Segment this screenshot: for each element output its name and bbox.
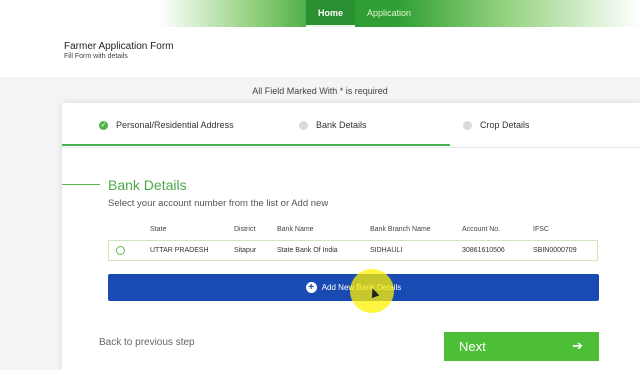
column-header: IFSC [533,226,549,233]
next-button[interactable]: Next ➔ [444,332,599,361]
section-divider [62,184,100,185]
page-header [0,27,640,77]
cell-branch: SIDHAULI [370,247,403,254]
column-header: District [234,226,256,233]
cell-district: Sitapur [234,247,257,254]
step-label: Personal/Residential Address [116,120,234,130]
page-subtitle: Fill Form with details [64,53,128,60]
main-nav: Home Application [306,0,423,27]
radio-button[interactable] [116,246,125,255]
required-note: All Field Marked With * is required [252,86,388,96]
back-link[interactable]: Back to previous step [99,337,195,348]
step-personal[interactable]: ✓ Personal/Residential Address [99,120,234,130]
step-label: Bank Details [316,120,367,130]
step-label: Crop Details [480,120,530,130]
stepper-progress [62,144,450,146]
nav-application[interactable]: Application [355,0,423,27]
column-header: State [150,226,167,233]
add-bank-button[interactable]: + Add New Bank Details [108,274,599,301]
arrow-right-icon: ➔ [572,338,583,353]
column-header: Account No. [462,226,501,233]
section-title: Bank Details [108,177,187,193]
nav-home[interactable]: Home [306,0,356,27]
cell-state: UTTAR PRADESH [150,247,209,254]
cell-ifsc: SBIN0000709 [533,247,577,254]
add-bank-label: Add New Bank Details [321,283,402,292]
cell-bank-name: State Bank Of India [277,247,338,254]
step-bank[interactable]: Bank Details [299,120,367,130]
column-header: Bank Name [277,226,314,233]
top-bar: Home Application [0,0,640,27]
column-header: Bank Branch Name [370,226,431,233]
stepper: ✓ Personal/Residential Address Bank Deta… [62,103,640,148]
next-label: Next [459,339,486,354]
cell-account-no: 30861610506 [462,247,505,254]
step-dot-icon [299,120,308,130]
section-subtitle: Select your account number from the list… [108,198,329,209]
step-crop[interactable]: Crop Details [463,120,530,130]
check-icon: ✓ [99,120,108,130]
page-title: Farmer Application Form [64,41,174,52]
step-dot-icon [463,120,472,130]
form-card: ✓ Personal/Residential Address Bank Deta… [62,103,640,370]
plus-circle-icon: + [305,282,317,293]
